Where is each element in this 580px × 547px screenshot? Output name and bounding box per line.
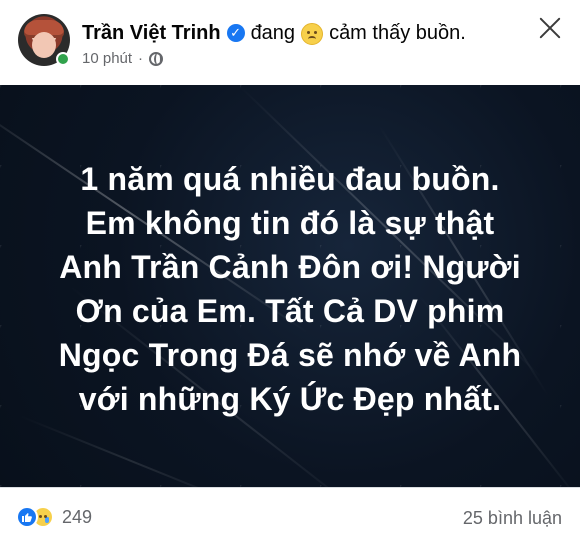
verified-check-icon: ✓ — [226, 24, 245, 42]
post-time[interactable]: 10 phút — [82, 50, 132, 67]
thumb-icon — [22, 513, 32, 522]
status-prefix: đang — [250, 21, 296, 44]
online-status-icon — [56, 52, 70, 66]
reactions-count[interactable]: 249 — [62, 507, 92, 528]
status-feeling[interactable]: cảm thấy buồn. — [329, 22, 466, 45]
post-line: Ơn của Em. Tất Cả DV phim — [75, 293, 505, 329]
sad-feeling-icon — [301, 23, 324, 45]
like-icon — [16, 506, 38, 528]
author-name[interactable]: Trần Việt Trinh — [82, 22, 221, 45]
post-footer: 249 25 bình luận — [0, 488, 580, 547]
post-line: Em không tin đó là sự thật — [85, 205, 495, 241]
post-line: 1 năm quá nhiều đau buồn. — [80, 161, 500, 197]
reactions[interactable]: 249 — [16, 506, 92, 528]
meta-dot: · — [138, 50, 144, 67]
close-icon[interactable] — [536, 14, 564, 42]
post-background: 1 năm quá nhiều đau buồn. Em không tin đ… — [0, 85, 580, 487]
avatar-face — [32, 32, 56, 58]
post-header: Trần Việt Trinh ✓ đang cảm thấy buồn. 10… — [0, 0, 580, 84]
post-line: Anh Trần Cảnh Đôn ơi! Người — [59, 249, 521, 285]
post-meta: 10 phút · — [82, 50, 164, 67]
decorative-streak — [19, 415, 243, 487]
post-line: với những Ký Ức Đẹp nhất. — [78, 381, 502, 417]
post-text: 1 năm quá nhiều đau buồn. Em không tin đ… — [0, 157, 580, 421]
post-line: Ngọc Trong Đá sẽ nhớ về Anh — [58, 337, 522, 373]
globe-icon — [149, 51, 164, 66]
comments-count[interactable]: 25 bình luận — [463, 508, 562, 529]
author-line: Trần Việt Trinh ✓ đang cảm thấy buồn. — [82, 18, 466, 48]
